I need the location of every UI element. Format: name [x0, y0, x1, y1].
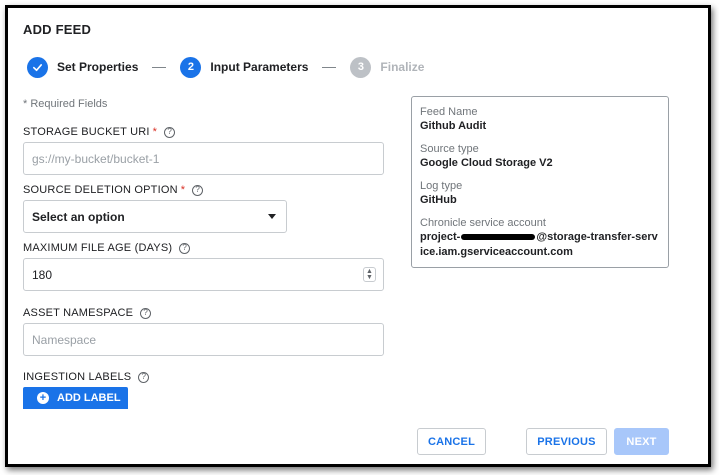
number-spinner-icon[interactable]: ▲ ▼	[363, 267, 376, 282]
help-circle-icon[interactable]: ?	[138, 371, 150, 383]
redaction-mark	[461, 234, 536, 241]
step-label: Finalize	[380, 60, 425, 74]
cancel-button[interactable]: CANCEL	[417, 428, 486, 455]
help-circle-icon[interactable]: ?	[192, 184, 204, 196]
summary-source-type: Google Cloud Storage V2	[420, 157, 553, 169]
help-circle-icon[interactable]: ?	[140, 307, 152, 319]
storage-bucket-uri-input[interactable]: gs://my-bucket/bucket-1	[23, 142, 384, 175]
field-label-text: ASSET NAMESPACE	[23, 307, 134, 319]
add-label-button[interactable]: + ADD LABEL	[23, 387, 128, 409]
required-fields-note: * Required Fields	[23, 98, 108, 110]
step-divider	[322, 66, 337, 68]
summary-service-account: project- @storage-transfer-service.iam.gs…	[420, 230, 660, 260]
summary-feed-name: Github Audit	[420, 120, 487, 132]
ingestion-labels-label: INGESTION LABELS ?	[23, 371, 150, 383]
source-deletion-option-label: SOURCE DELETION OPTION * ?	[23, 184, 204, 196]
stepper: Set Properties 2 Input Parameters 3 Fina…	[27, 55, 424, 79]
select-value: Select an option	[32, 209, 125, 224]
next-button[interactable]: NEXT	[614, 428, 669, 455]
step-number: 3	[350, 56, 372, 78]
input-value: 180	[32, 267, 53, 282]
step-label: Set Properties	[57, 60, 139, 74]
help-circle-icon[interactable]: ?	[179, 242, 191, 254]
help-circle-icon[interactable]: ?	[164, 126, 176, 138]
asset-namespace-label: ASSET NAMESPACE ?	[23, 307, 152, 319]
field-label-text: INGESTION LABELS	[23, 371, 132, 383]
summary-feed-name-label: Feed Name	[420, 106, 478, 118]
field-label-text: MAXIMUM FILE AGE (DAYS)	[23, 242, 173, 254]
step-divider	[152, 66, 167, 68]
required-marker: *	[152, 126, 158, 138]
step-number: 2	[180, 56, 202, 78]
dialog-title: ADD FEED	[23, 22, 92, 37]
source-deletion-option-select[interactable]: Select an option	[23, 200, 287, 233]
required-marker: *	[180, 184, 186, 196]
maximum-file-age-input[interactable]: 180 ▲ ▼	[23, 258, 384, 291]
step-finalize: 3 Finalize	[350, 56, 425, 78]
step-set-properties[interactable]: Set Properties	[27, 56, 139, 78]
step-label: Input Parameters	[210, 60, 309, 74]
check-icon	[27, 56, 48, 78]
caret-down-icon	[268, 214, 276, 219]
asset-namespace-input[interactable]: Namespace	[23, 323, 384, 356]
service-account-prefix: project-	[420, 231, 461, 243]
maximum-file-age-label: MAXIMUM FILE AGE (DAYS) ?	[23, 242, 191, 254]
plus-circle-icon: +	[37, 392, 49, 404]
field-label-text: SOURCE DELETION OPTION	[23, 184, 178, 196]
storage-bucket-uri-label: STORAGE BUCKET URI * ?	[23, 126, 176, 138]
summary-service-account-label: Chronicle service account	[420, 217, 546, 229]
add-feed-dialog: ADD FEED Set Properties 2 Input Paramete…	[5, 5, 711, 467]
add-label-text: ADD LABEL	[57, 392, 121, 404]
previous-button[interactable]: PREVIOUS	[526, 428, 607, 455]
feed-summary-panel: Feed Name Github Audit Source type Googl…	[411, 96, 669, 268]
summary-log-type-label: Log type	[420, 180, 463, 192]
step-input-parameters[interactable]: 2 Input Parameters	[180, 56, 309, 78]
summary-log-type: GitHub	[420, 194, 457, 206]
field-label-text: STORAGE BUCKET URI	[23, 126, 150, 138]
summary-source-type-label: Source type	[420, 143, 479, 155]
spinner-down-icon[interactable]: ▼	[366, 274, 373, 281]
